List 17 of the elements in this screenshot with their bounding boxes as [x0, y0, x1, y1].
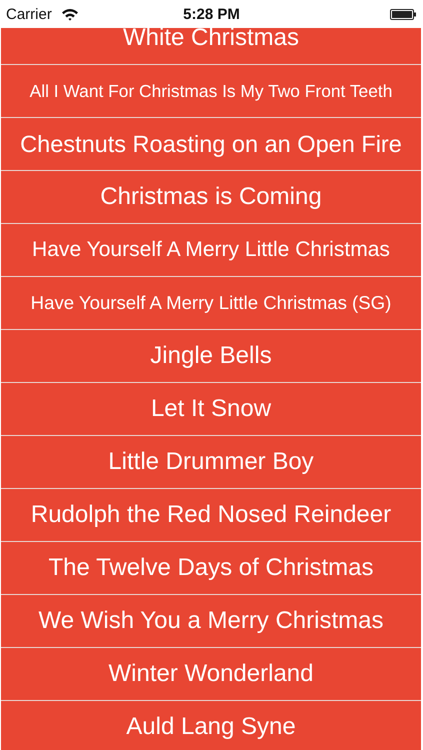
song-row[interactable]: Winter Wonderland	[1, 648, 421, 701]
carrier-name: Carrier	[6, 6, 52, 22]
song-row[interactable]: Chestnuts Roasting on an Open Fire	[1, 118, 421, 171]
song-row[interactable]: Let It Snow	[1, 383, 421, 436]
song-row[interactable]: Auld Lang Syne	[1, 701, 421, 750]
wifi-icon	[60, 8, 79, 20]
song-row[interactable]: The Twelve Days of Christmas	[1, 542, 421, 595]
song-row[interactable]: Jingle Bells	[1, 330, 421, 383]
song-row[interactable]: Little Drummer Boy	[1, 436, 421, 489]
clock-time: 5:28 PM	[183, 6, 240, 22]
song-row[interactable]: Christmas is Coming	[1, 171, 421, 224]
song-row[interactable]: Have Yourself A Merry Little Christmas (SG)	[1, 277, 421, 330]
battery-icon	[390, 8, 417, 20]
song-row[interactable]: Have Yourself A Merry Little Christmas	[1, 224, 421, 277]
song-row[interactable]: All I Want For Christmas Is My Two Front Teeth	[1, 65, 421, 118]
song-row[interactable]: Rudolph the Red Nosed Reindeer	[1, 489, 421, 542]
song-row[interactable]: We Wish You a Merry Christmas	[1, 595, 421, 648]
